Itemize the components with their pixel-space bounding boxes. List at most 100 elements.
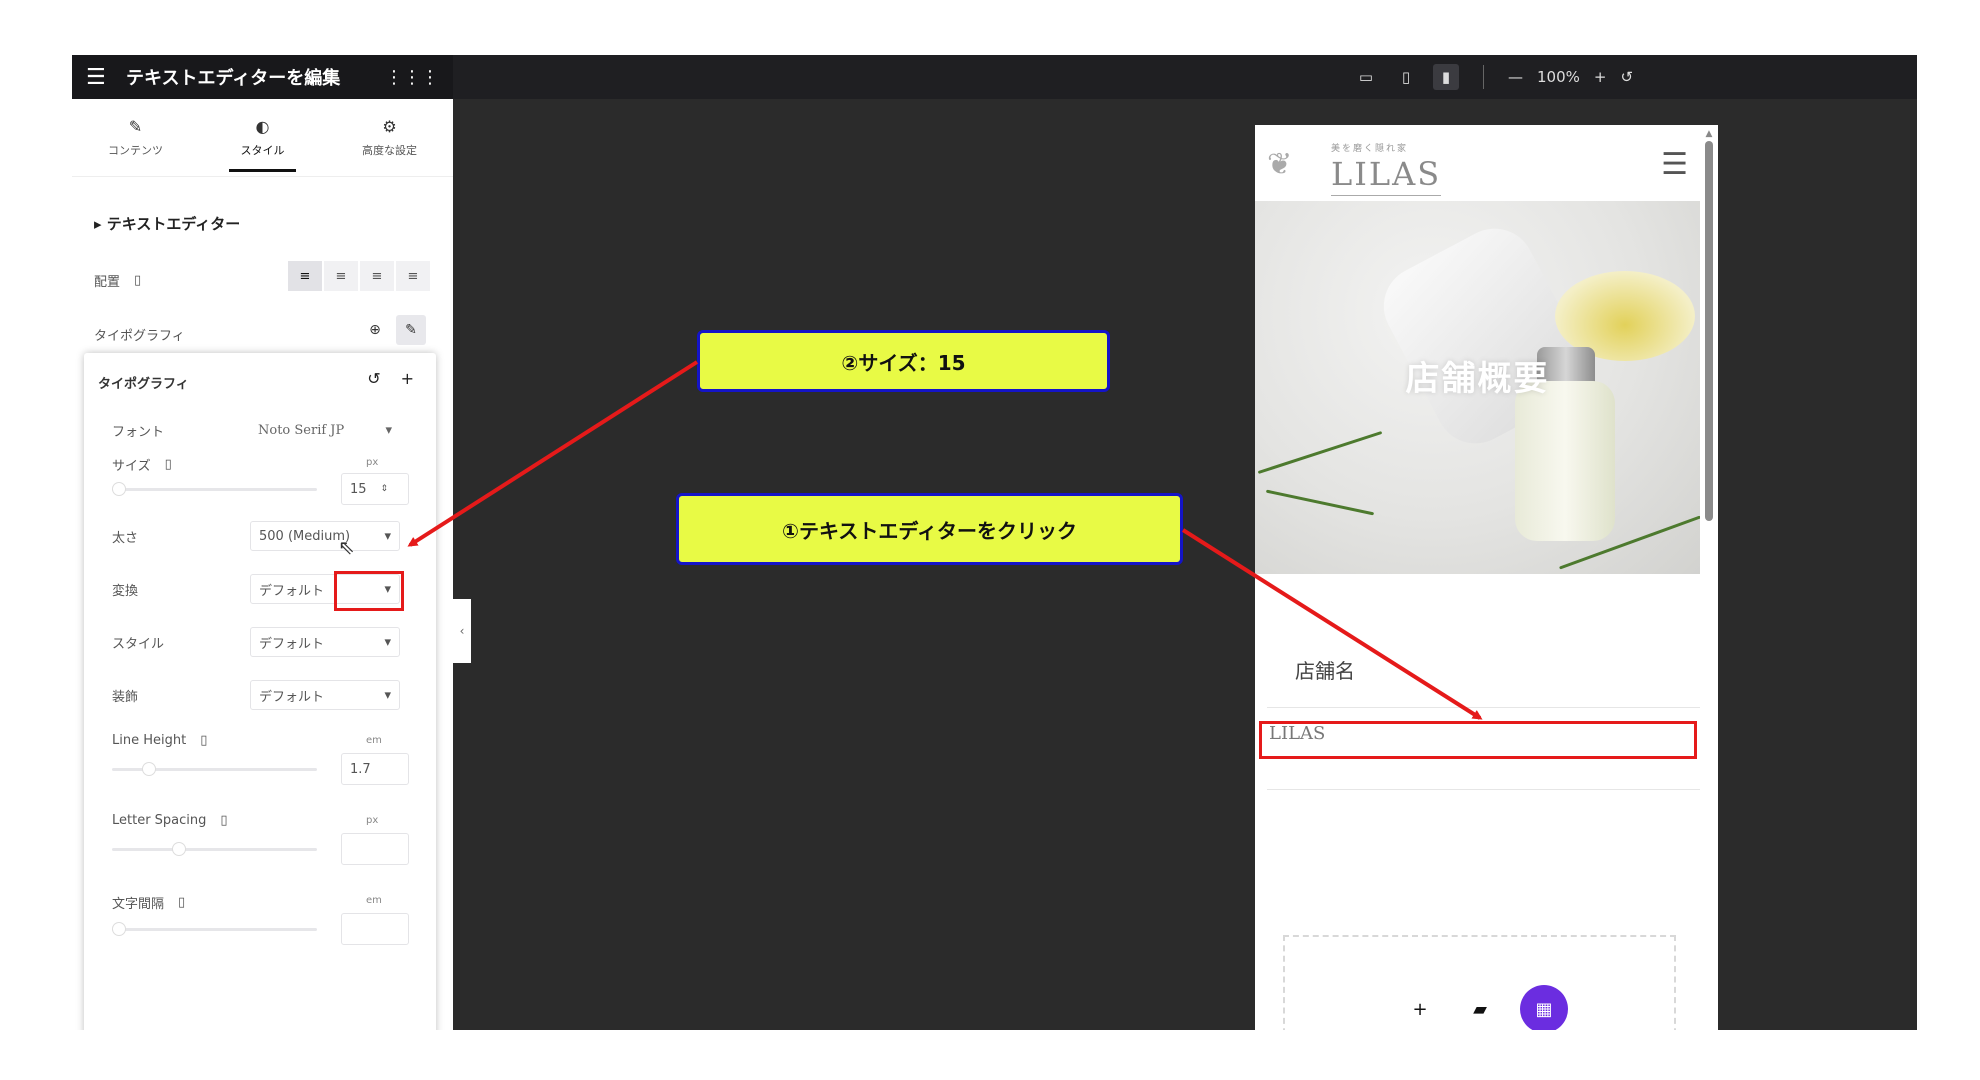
style-value: デフォルト xyxy=(259,636,325,652)
zoom-in-icon[interactable]: + xyxy=(1594,68,1607,86)
preview-toolbar: ▭ ▯ ▮ — 100% + ↺ xyxy=(453,55,1917,99)
plus-icon[interactable]: + xyxy=(401,369,414,388)
tab-label: 高度な設定 xyxy=(362,144,417,157)
size-input[interactable]: 15 ⇕ xyxy=(341,473,409,505)
responsive-mobile-icon[interactable]: ▯ xyxy=(165,457,172,472)
caret-right-icon: ▸ xyxy=(94,215,107,233)
word-spacing-label: 文字間隔 xyxy=(112,897,165,912)
responsive-mobile-icon[interactable]: ▯ xyxy=(220,813,227,828)
responsive-mobile-icon[interactable]: ▯ xyxy=(178,895,185,910)
typography-row: タイポグラフィ xyxy=(94,325,185,344)
line-height-row: Line Height ▯ xyxy=(112,733,207,748)
hero-title: 店舗概要 xyxy=(1405,359,1550,399)
add-section-plus-icon[interactable]: + xyxy=(1400,989,1440,1029)
responsive-mobile-icon[interactable]: ▯ xyxy=(134,273,141,288)
slider-knob[interactable] xyxy=(142,762,156,776)
slider-knob[interactable] xyxy=(112,922,126,936)
popover-title: タイポグラフィ xyxy=(98,377,189,392)
apps-grid-icon[interactable]: ⋮⋮⋮ xyxy=(385,67,439,88)
stepper-icon[interactable]: ⇕ xyxy=(381,484,389,494)
align-left-button[interactable]: ≡ xyxy=(288,261,322,291)
slider-knob[interactable] xyxy=(112,482,126,496)
chevron-down-icon: ▾ xyxy=(385,422,392,438)
tab-advanced[interactable]: ⚙ 高度な設定 xyxy=(326,99,453,176)
panel-header: ☰ テキストエディターを編集 ⋮⋮⋮ xyxy=(72,55,453,99)
chevron-left-icon: ‹ xyxy=(459,624,465,638)
kit-grid-icon[interactable]: ▦ xyxy=(1520,985,1568,1030)
line-height-unit-select[interactable]: em xyxy=(366,735,382,746)
font-row: フォント xyxy=(112,421,164,440)
decoration-select[interactable]: デフォルト ▾ xyxy=(250,680,400,710)
step-2-callout: ②サイズ：15 xyxy=(697,330,1110,392)
leaf-logo-icon: ❦ xyxy=(1267,147,1293,182)
word-spacing-unit-select[interactable]: em xyxy=(366,895,382,906)
section-title: テキストエディター xyxy=(106,215,241,233)
menu-icon[interactable]: ☰ xyxy=(86,65,116,90)
responsive-mobile-icon[interactable]: ▯ xyxy=(200,733,207,748)
letter-spacing-unit-select[interactable]: px xyxy=(366,815,378,826)
size-unit-select[interactable]: px xyxy=(366,457,378,468)
zoom-out-icon[interactable]: — xyxy=(1508,68,1523,86)
align-right-button[interactable]: ≡ xyxy=(360,261,394,291)
weight-row: 太さ xyxy=(112,527,138,546)
gear-icon: ⚙ xyxy=(382,117,397,136)
line-height-input[interactable]: 1.7 xyxy=(341,753,409,785)
style-row: スタイル xyxy=(112,633,164,652)
tab-content[interactable]: ✎ コンテンツ xyxy=(72,99,199,176)
word-spacing-slider[interactable] xyxy=(112,922,317,936)
chevron-down-icon: ▾ xyxy=(384,528,391,544)
weight-select[interactable]: 500 (Medium) ▾ xyxy=(250,521,400,551)
align-center-button[interactable]: ≡ xyxy=(324,261,358,291)
preview-scrollbar[interactable]: ▲ xyxy=(1704,129,1714,539)
font-value: Noto Serif JP xyxy=(258,422,345,438)
word-spacing-input[interactable] xyxy=(341,913,409,945)
tab-label: コンテンツ xyxy=(108,144,163,157)
mobile-icon[interactable]: ▮ xyxy=(1433,64,1459,90)
store-name-heading[interactable]: 店舗名 xyxy=(1295,655,1355,684)
transform-label: 変換 xyxy=(112,584,139,599)
line-height-slider[interactable] xyxy=(112,762,317,776)
scroll-up-icon[interactable]: ▲ xyxy=(1704,129,1714,139)
tab-style[interactable]: ◐ スタイル xyxy=(199,99,326,176)
letter-spacing-input[interactable] xyxy=(341,833,409,865)
slider-knob[interactable] xyxy=(172,842,186,856)
divider xyxy=(1267,789,1700,790)
weight-label: 太さ xyxy=(112,531,139,546)
tablet-icon[interactable]: ▯ xyxy=(1393,64,1419,90)
chevron-down-icon: ▾ xyxy=(384,687,391,703)
typography-popover: タイポグラフィ ↺ + フォント Noto Serif JP ▾ サイズ ▯ px… xyxy=(84,353,436,1030)
font-label: フォント xyxy=(112,425,165,440)
tab-label: スタイル xyxy=(240,144,285,157)
size-highlight-box xyxy=(334,571,404,611)
decoration-row: 装飾 xyxy=(112,686,138,705)
text-editor-highlight-box xyxy=(1259,721,1697,759)
bottle-shape xyxy=(1515,381,1615,541)
style-select[interactable]: デフォルト ▾ xyxy=(250,627,400,657)
hamburger-menu-icon[interactable]: ☰ xyxy=(1661,147,1688,182)
letter-spacing-label: Letter Spacing xyxy=(112,813,207,828)
size-slider[interactable] xyxy=(112,482,317,496)
reset-icon[interactable]: ↺ xyxy=(1620,68,1633,86)
typography-label: タイポグラフィ xyxy=(94,329,185,344)
template-folder-icon[interactable]: ▰ xyxy=(1460,989,1500,1029)
panel-title: テキストエディターを編集 xyxy=(126,68,341,89)
font-select[interactable]: Noto Serif JP ▾ xyxy=(250,415,400,445)
desktop-icon[interactable]: ▭ xyxy=(1353,64,1379,90)
globe-icon[interactable]: ⊕ xyxy=(360,315,390,345)
reset-icon[interactable]: ↺ xyxy=(367,369,380,388)
site-logo[interactable]: LILAS xyxy=(1331,155,1442,196)
word-spacing-row: 文字間隔 ▯ xyxy=(112,893,185,912)
align-justify-button[interactable]: ≡ xyxy=(396,261,430,291)
style-label: スタイル xyxy=(112,637,165,652)
divider xyxy=(1267,707,1700,708)
align-row: 配置 ▯ xyxy=(94,271,141,290)
dropzone-actions: + ▰ ▦ xyxy=(1400,985,1568,1030)
scroll-thumb[interactable] xyxy=(1705,141,1713,521)
panel-collapse-button[interactable]: ‹ xyxy=(453,599,471,663)
style-panel: ✎ コンテンツ ◐ スタイル ⚙ 高度な設定 ▸ テキストエディター 配置 ▯ … xyxy=(72,99,453,1030)
letter-spacing-slider[interactable] xyxy=(112,842,317,856)
decoration-value: デフォルト xyxy=(259,689,325,705)
align-control: ≡ ≡ ≡ ≡ xyxy=(288,261,430,291)
edit-pencil-icon[interactable]: ✎ xyxy=(396,315,426,345)
section-header[interactable]: ▸ テキストエディター xyxy=(94,213,240,234)
